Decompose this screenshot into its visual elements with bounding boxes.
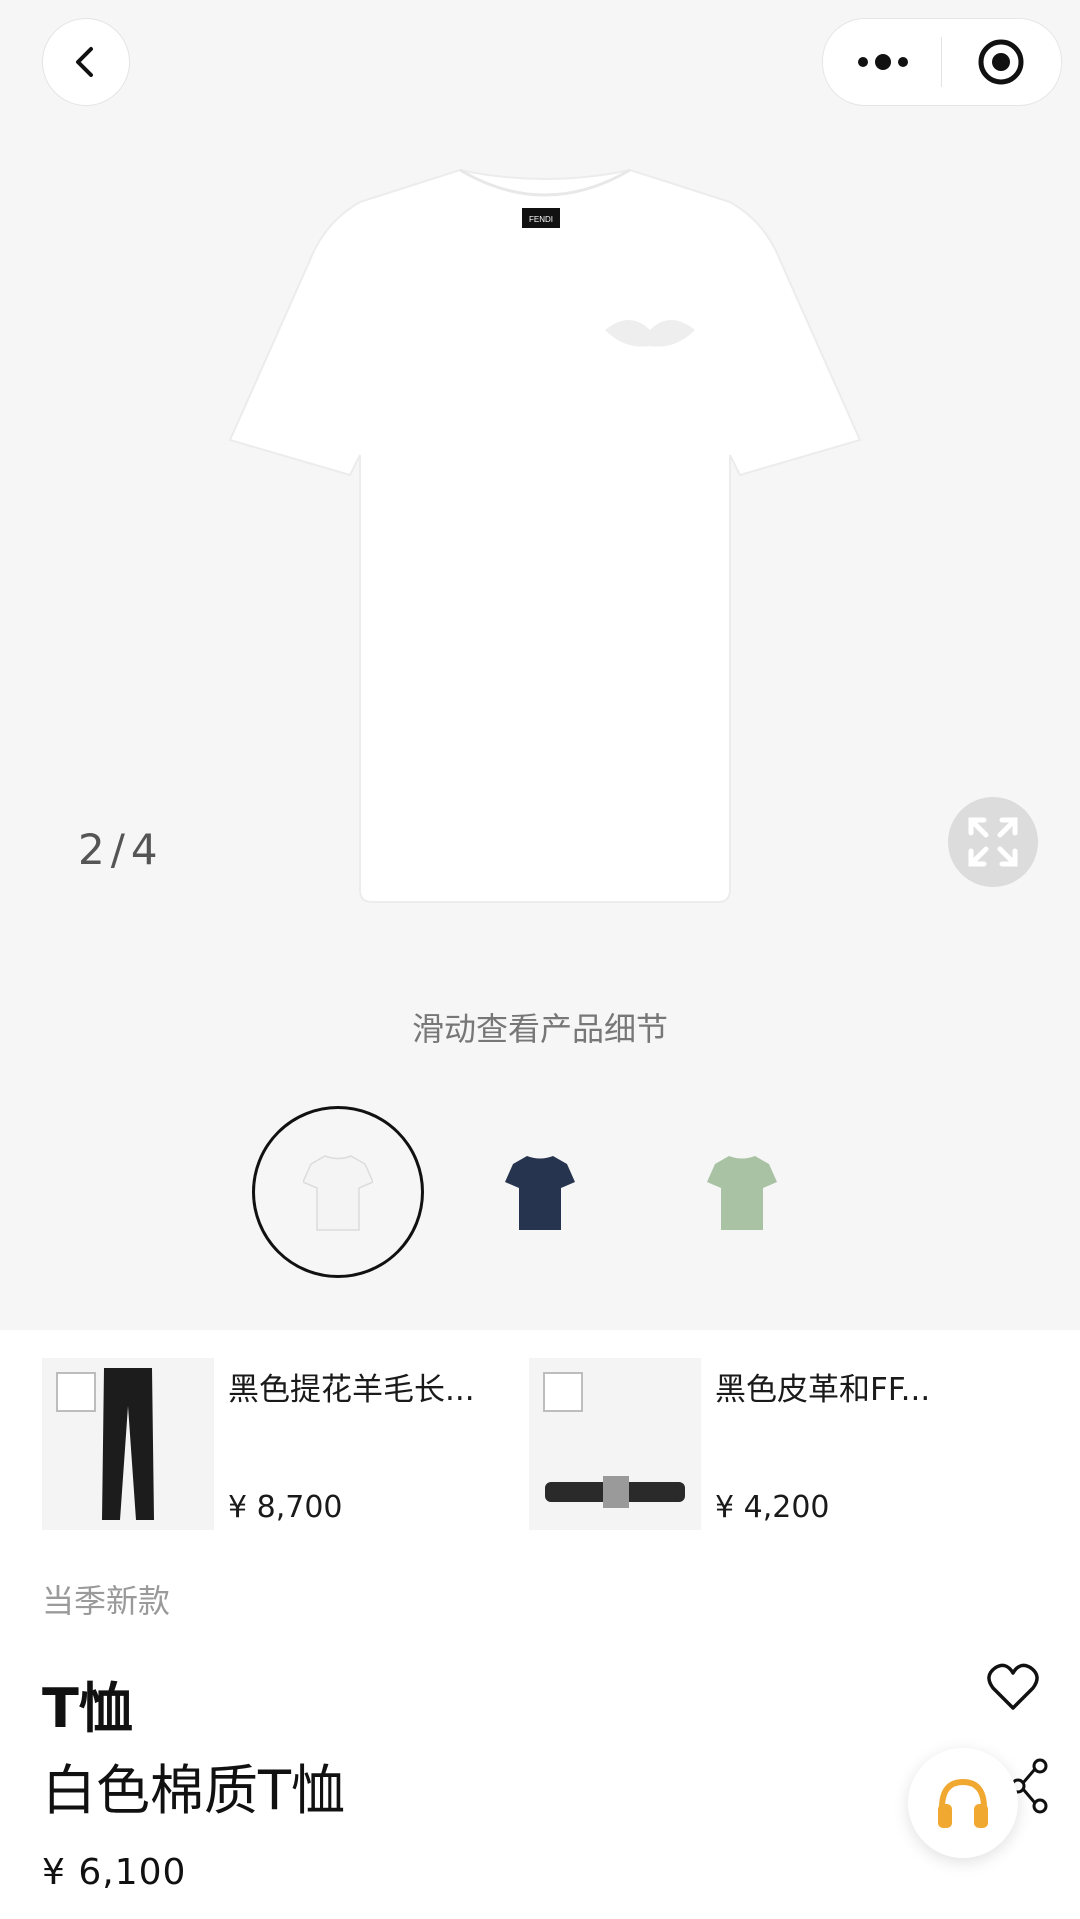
product-image[interactable]: FENDI: [220, 150, 870, 920]
heart-icon[interactable]: [986, 1660, 1040, 1714]
product-title: 白色棉质T恤: [42, 1759, 345, 1822]
related-item-price: ¥ 8,700: [228, 1490, 343, 1525]
select-checkbox[interactable]: [543, 1372, 583, 1412]
product-price: ¥ 6,100: [42, 1852, 187, 1893]
more-button[interactable]: [843, 33, 923, 91]
variant-white[interactable]: [252, 1106, 424, 1278]
brand-label-text: FENDI: [529, 215, 553, 224]
swipe-hint: 滑动查看产品细节: [411, 1010, 668, 1048]
tshirt-thumbnail: [505, 1156, 575, 1230]
target-circle-icon: [978, 39, 1024, 85]
more-dots-icon: [858, 54, 908, 70]
product-gallery[interactable]: FENDI 2/4 滑动查看产品细节: [0, 0, 1080, 1330]
product-category: T恤: [42, 1677, 133, 1740]
related-item-name: 黑色提花羊毛长...: [228, 1372, 475, 1408]
mini-program-capsule: [822, 18, 1062, 106]
tshirt-thumbnail: [303, 1155, 373, 1231]
related-item[interactable]: 黑色提花羊毛长... ¥ 8,700: [42, 1358, 492, 1530]
select-checkbox[interactable]: [56, 1372, 96, 1412]
image-counter: 2/4: [78, 825, 164, 874]
tshirt-thumbnail: [707, 1156, 777, 1230]
expand-button[interactable]: [948, 797, 1038, 887]
expand-arrows-icon: [968, 817, 1018, 867]
related-item-name: 黑色皮革和FF...: [715, 1372, 931, 1408]
season-tag: 当季新款: [42, 1582, 171, 1620]
related-item-price: ¥ 4,200: [715, 1490, 830, 1525]
close-miniprogram-button[interactable]: [961, 33, 1041, 91]
related-item[interactable]: 黑色皮革和FF... ¥ 4,200: [529, 1358, 1029, 1530]
capsule-divider: [941, 37, 942, 87]
variant-navy[interactable]: [454, 1106, 626, 1278]
variant-sage[interactable]: [656, 1106, 828, 1278]
customer-service-button[interactable]: [908, 1748, 1018, 1858]
back-button[interactable]: [42, 18, 130, 106]
chevron-left-icon: [76, 47, 93, 77]
headphones-icon: [938, 1778, 988, 1828]
